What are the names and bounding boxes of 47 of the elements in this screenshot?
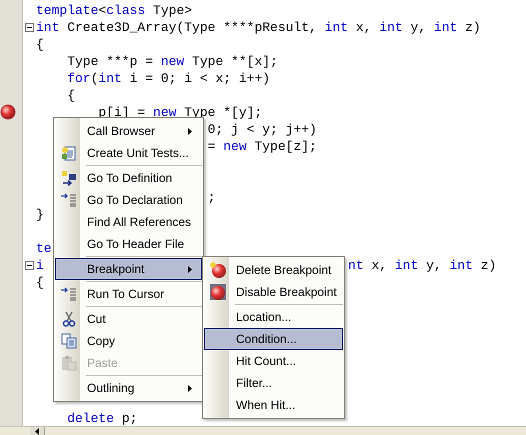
document-icon: [61, 145, 77, 161]
menu-item[interactable]: Go To Definition: [55, 167, 202, 189]
code-text: {: [67, 87, 76, 104]
scroll-left-icon[interactable]: [30, 427, 45, 435]
scissors-icon: [62, 311, 76, 327]
collapse-icon[interactable]: [25, 23, 34, 32]
menu-item[interactable]: Call Browser: [55, 120, 202, 142]
menu-item[interactable]: Hit Count...: [204, 350, 343, 372]
goto-icon: [61, 170, 77, 186]
code-text: {: [36, 274, 44, 291]
horizontal-scrollbar[interactable]: [0, 426, 526, 435]
code-text: int Create3D_Array(Type ****pResult, int x, int y, int z): [36, 19, 481, 36]
code-text: template<class Type>: [36, 2, 192, 19]
code-text: {: [36, 36, 44, 53]
menu-item[interactable]: Condition...: [204, 328, 343, 350]
code-text: i: [36, 257, 44, 274]
menu-item[interactable]: When Hit...: [204, 394, 343, 416]
menu-item[interactable]: Run To Cursor: [55, 283, 202, 305]
code-text: Type ***p = new Type **[x];: [67, 53, 278, 70]
menu-item[interactable]: Create Unit Tests...: [55, 142, 202, 164]
copy-icon: [61, 333, 77, 349]
menu-item[interactable]: Find All References: [55, 211, 202, 233]
menu-item[interactable]: Outlining: [55, 377, 202, 399]
menu-item[interactable]: Filter...: [204, 372, 343, 394]
menu-item[interactable]: Cut: [55, 308, 202, 330]
code-text: ;: [208, 189, 216, 206]
code-text: = new Type[z];: [208, 138, 317, 155]
menu-item[interactable]: Breakpoint: [55, 258, 202, 280]
menu-item[interactable]: Disable Breakpoint: [204, 281, 343, 303]
breakpoint-icon[interactable]: [0, 104, 16, 120]
breakpoint-icon: [209, 261, 227, 279]
arrow-lines-icon: [61, 287, 77, 301]
code-text: delete p;: [67, 410, 138, 427]
breakpoint-icon: [209, 283, 227, 301]
arrow-lines-icon: [61, 193, 77, 207]
clipboard-icon: [61, 355, 77, 371]
code-text: 0; j < y; j++): [208, 121, 317, 138]
code-text: }: [36, 206, 44, 223]
code-text: for(int i = 0; i < x; i++): [67, 70, 270, 87]
code-text: te: [36, 240, 52, 257]
menu-item[interactable]: Copy: [55, 330, 202, 352]
code-text: nt x, int y, int z): [348, 257, 496, 274]
collapse-icon[interactable]: [25, 261, 34, 270]
menu-item[interactable]: Delete Breakpoint: [204, 259, 343, 281]
menu-item[interactable]: Go To Declaration: [55, 189, 202, 211]
menu-item[interactable]: Location...: [204, 306, 343, 328]
menu-item[interactable]: Go To Header File: [55, 233, 202, 255]
